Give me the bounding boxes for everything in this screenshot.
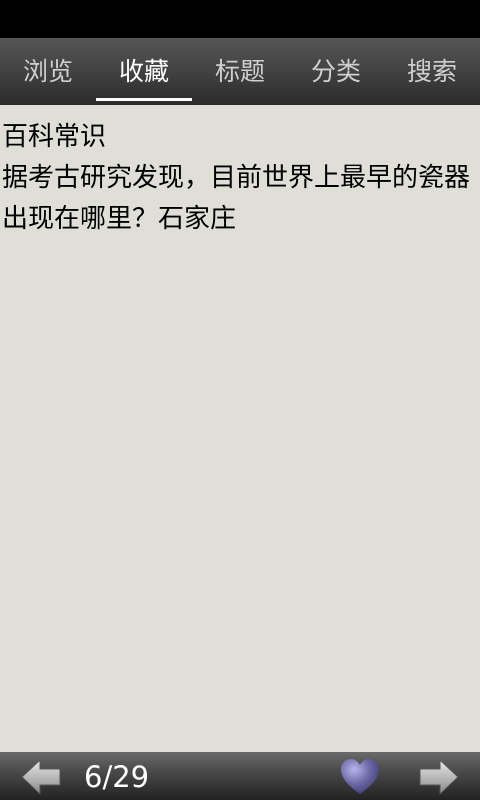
tab-browse[interactable]: 浏览 (0, 38, 96, 105)
tab-bar: 浏览 收藏 标题 分类 搜索 (0, 38, 480, 105)
arrow-left-icon[interactable] (20, 757, 62, 797)
heart-icon[interactable] (340, 758, 380, 796)
bottom-toolbar: 6/29 (0, 752, 480, 800)
page-counter: 6/29 (84, 760, 150, 794)
category-label: 百科常识 (2, 122, 107, 152)
arrow-right-icon[interactable] (418, 757, 460, 797)
tab-search[interactable]: 搜索 (384, 38, 480, 105)
tab-titles[interactable]: 标题 (192, 38, 288, 105)
status-bar (0, 0, 480, 38)
question-text: 据考古研究发现，目前世界上最早的瓷器出现在哪里？石家庄 (2, 163, 471, 234)
content-area: 百科常识 据考古研究发现，目前世界上最早的瓷器出现在哪里？石家庄 (0, 105, 480, 752)
tab-favorites[interactable]: 收藏 (96, 38, 192, 105)
app-screen: 浏览 收藏 标题 分类 搜索 百科常识 据考古研究发现，目前世界上最早的瓷器出现… (0, 0, 480, 800)
tab-categories[interactable]: 分类 (288, 38, 384, 105)
